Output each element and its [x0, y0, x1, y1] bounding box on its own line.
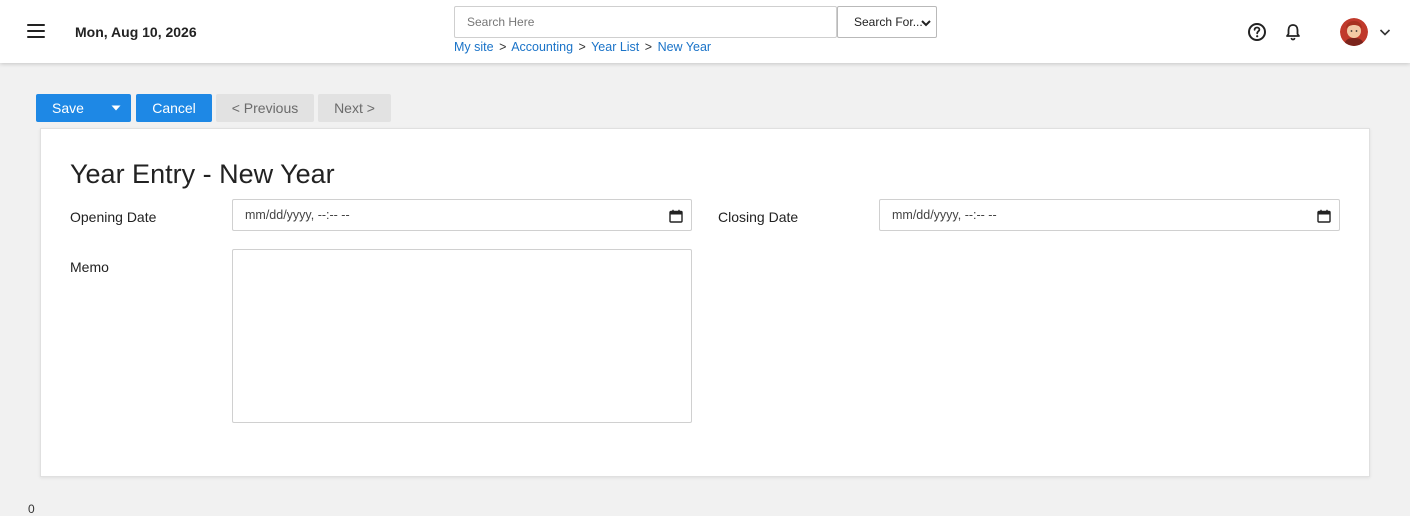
chevron-down-icon: [921, 20, 931, 27]
next-button[interactable]: Next >: [318, 94, 391, 122]
breadcrumb-my-site[interactable]: My site: [454, 40, 494, 54]
help-circle-icon[interactable]: [1247, 22, 1267, 42]
closing-date-placeholder: mm/dd/yyyy, --:-- --: [892, 208, 997, 222]
save-options-dropdown-button[interactable]: [100, 94, 131, 122]
search-for-select[interactable]: Search For...: [837, 6, 937, 38]
opening-date-field[interactable]: mm/dd/yyyy, --:-- --: [232, 199, 692, 231]
calendar-icon[interactable]: [1317, 209, 1331, 223]
footer-text: 0: [28, 502, 35, 516]
user-menu-chevron-down-icon[interactable]: [1378, 25, 1392, 39]
memo-label: Memo: [70, 259, 109, 275]
bell-icon[interactable]: [1283, 22, 1303, 42]
breadcrumb-year-list[interactable]: Year List: [591, 40, 639, 54]
breadcrumb-separator: >: [578, 40, 586, 54]
breadcrumb-accounting[interactable]: Accounting: [511, 40, 573, 54]
cancel-button[interactable]: Cancel: [136, 94, 212, 122]
closing-date-label: Closing Date: [718, 209, 799, 225]
previous-button[interactable]: < Previous: [216, 94, 314, 122]
breadcrumb-new-year[interactable]: New Year: [658, 40, 712, 54]
current-date: Mon, Aug 10, 2026: [75, 24, 197, 40]
avatar-image: [1340, 18, 1368, 46]
closing-date-field[interactable]: mm/dd/yyyy, --:-- --: [879, 199, 1340, 231]
save-button[interactable]: Save: [36, 94, 100, 122]
hamburger-menu-icon[interactable]: [27, 24, 45, 38]
caret-down-icon: [111, 105, 120, 111]
top-navbar: Mon, Aug 10, 2026 Search For... My site …: [0, 0, 1410, 63]
search-input[interactable]: [454, 6, 837, 38]
year-entry-form-card: Year Entry - New Year Opening Date mm/dd…: [40, 128, 1370, 477]
opening-date-placeholder: mm/dd/yyyy, --:-- --: [245, 208, 350, 222]
memo-textarea[interactable]: [232, 249, 692, 423]
opening-date-label: Opening Date: [70, 209, 157, 225]
breadcrumb-separator: >: [499, 40, 507, 54]
calendar-icon[interactable]: [669, 209, 683, 223]
search-for-select-value: Search For...: [854, 15, 923, 29]
breadcrumb: My site > Accounting > Year List > New Y…: [454, 40, 711, 54]
avatar[interactable]: [1340, 18, 1368, 46]
page-title: Year Entry - New Year: [70, 159, 335, 189]
breadcrumb-separator: >: [644, 40, 653, 54]
